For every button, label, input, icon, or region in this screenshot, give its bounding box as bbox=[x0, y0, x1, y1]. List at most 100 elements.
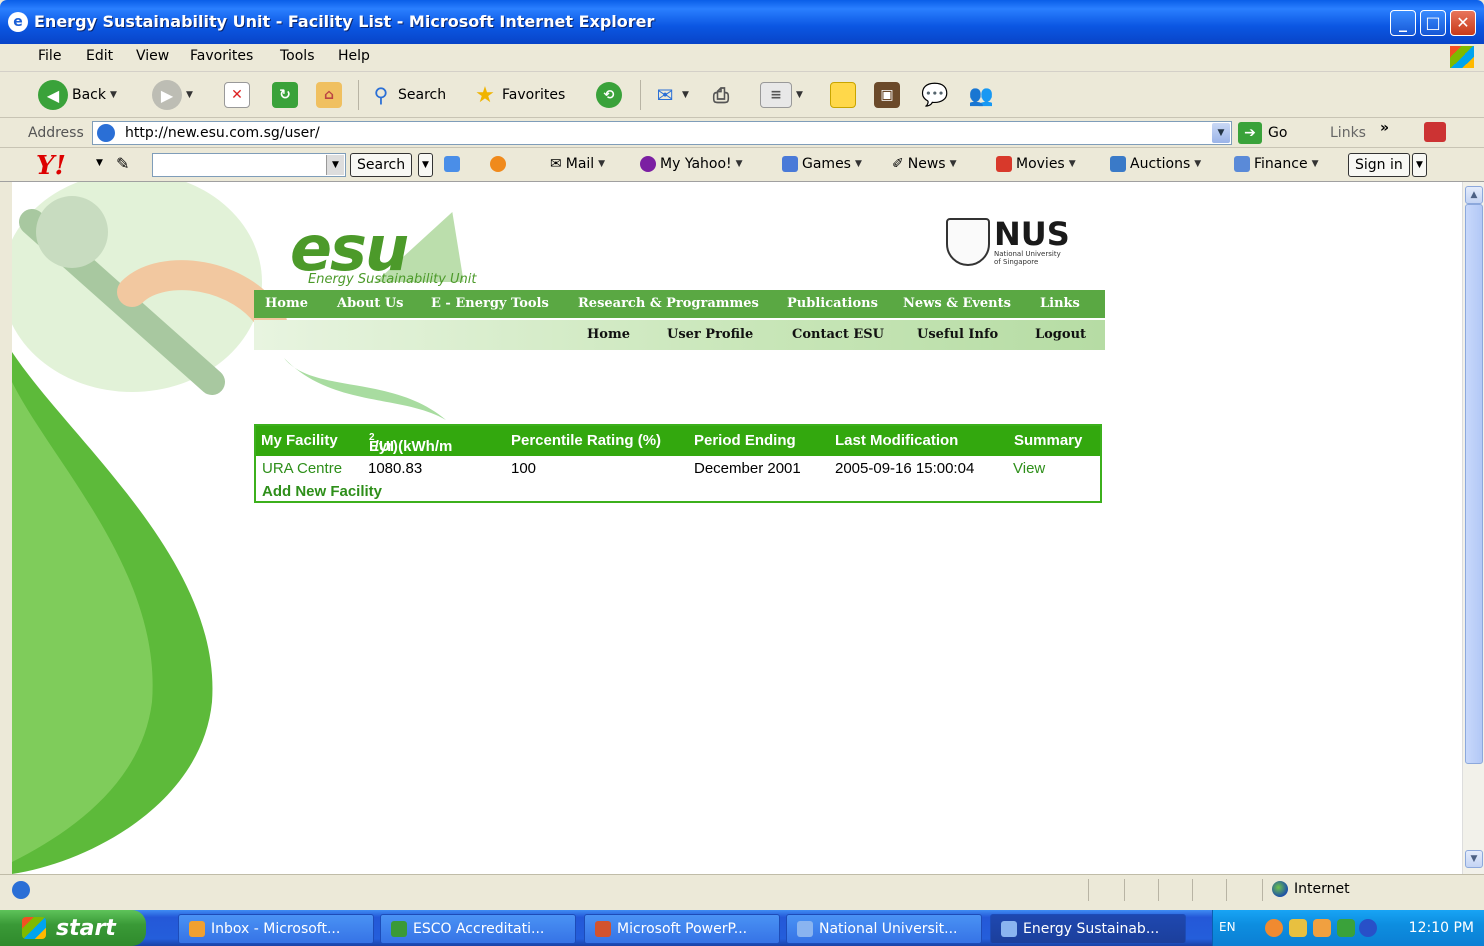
chevron-down-icon[interactable]: ▼ bbox=[326, 155, 344, 175]
task-label: National Universit... bbox=[819, 921, 958, 937]
esu-logo[interactable]: esu bbox=[290, 218, 409, 280]
discuss-button[interactable]: 💬 bbox=[921, 79, 948, 111]
links-button[interactable]: Links bbox=[1330, 125, 1366, 141]
history-button[interactable]: ⟲ bbox=[596, 79, 622, 111]
chevron-down-icon: ▼ bbox=[796, 90, 803, 100]
movies-button[interactable]: Movies ▼ bbox=[996, 156, 1076, 172]
user-nav-home[interactable]: Home bbox=[587, 327, 630, 342]
tray-clock-app-icon[interactable] bbox=[1313, 919, 1331, 937]
nav-links[interactable]: Links bbox=[1040, 296, 1080, 311]
minimize-button[interactable]: _ bbox=[1390, 10, 1416, 36]
sign-in-button[interactable]: Sign in bbox=[1348, 153, 1410, 177]
task-inbox[interactable]: Inbox - Microsoft... bbox=[178, 914, 374, 944]
maximize-button[interactable]: □ bbox=[1420, 10, 1446, 36]
finance-button[interactable]: Finance ▼ bbox=[1234, 156, 1318, 172]
view-summary-link[interactable]: View bbox=[1013, 460, 1045, 477]
user-nav-logout[interactable]: Logout bbox=[1035, 327, 1086, 342]
yahoo-logo-icon[interactable]: Y! bbox=[36, 151, 66, 181]
facility-name-link[interactable]: URA Centre bbox=[262, 460, 342, 477]
print-button[interactable]: ⎙ bbox=[708, 79, 734, 111]
nav-about-us[interactable]: About Us bbox=[337, 296, 404, 311]
nav-publications[interactable]: Publications bbox=[787, 296, 878, 311]
refresh-icon: ↻ bbox=[272, 82, 298, 108]
acrobat-icon[interactable] bbox=[1424, 122, 1446, 142]
tray-app-icon[interactable] bbox=[1289, 919, 1307, 937]
search-label: Search bbox=[398, 87, 447, 103]
start-button[interactable]: start bbox=[0, 910, 146, 946]
chevron-down-icon[interactable]: ▼ bbox=[1212, 123, 1230, 143]
nav-home[interactable]: Home bbox=[265, 296, 308, 311]
home-button[interactable]: ⌂ bbox=[316, 79, 342, 111]
menu-view[interactable]: View bbox=[136, 48, 169, 64]
notes-button[interactable] bbox=[830, 79, 856, 111]
refresh-button[interactable]: ↻ bbox=[272, 79, 298, 111]
edit-page-icon: ≡ bbox=[760, 82, 792, 108]
header-last-modification: Last Modification bbox=[835, 432, 959, 449]
news-button[interactable]: ✐ News ▼ bbox=[892, 156, 957, 172]
task-energy-sustainability[interactable]: Energy Sustainab... bbox=[990, 914, 1186, 944]
status-bar: Internet bbox=[0, 874, 1484, 904]
forward-button[interactable]: ▶ ▼ bbox=[152, 79, 193, 111]
yahoo-search-button[interactable]: Search bbox=[350, 153, 413, 177]
back-button[interactable]: ◀ Back ▼ bbox=[38, 79, 117, 111]
scroll-down-icon[interactable]: ▼ bbox=[1465, 850, 1483, 868]
games-button[interactable]: Games ▼ bbox=[782, 156, 862, 172]
task-label: Inbox - Microsoft... bbox=[211, 921, 341, 937]
user-nav-contact[interactable]: Contact ESU bbox=[792, 327, 884, 342]
nus-wordmark: NUS bbox=[994, 215, 1070, 253]
mail-button[interactable]: ✉ ▼ bbox=[652, 79, 689, 111]
menu-tools[interactable]: Tools bbox=[280, 48, 315, 64]
user-nav-profile[interactable]: User Profile bbox=[667, 327, 753, 342]
messenger-icon[interactable] bbox=[1337, 919, 1355, 937]
close-button[interactable]: ✕ bbox=[1450, 10, 1476, 36]
my-yahoo-icon bbox=[640, 156, 656, 172]
task-powerpoint[interactable]: Microsoft PowerP... bbox=[584, 914, 780, 944]
chevron-down-icon[interactable]: ▼ bbox=[96, 158, 103, 168]
window-title-bar[interactable]: e Energy Sustainability Unit - Facility … bbox=[0, 0, 1484, 44]
status-divider bbox=[1262, 879, 1263, 901]
task-nus[interactable]: National Universit... bbox=[786, 914, 982, 944]
chevron-down-icon[interactable]: ▼ bbox=[418, 153, 433, 177]
pencil-icon[interactable]: ✎ bbox=[116, 154, 129, 173]
menu-edit[interactable]: Edit bbox=[86, 48, 113, 64]
highlight-button[interactable] bbox=[444, 156, 460, 172]
nus-logo[interactable]: NUS National University of Singapore bbox=[946, 218, 1070, 266]
language-indicator[interactable]: EN bbox=[1219, 920, 1236, 934]
news-label: News bbox=[907, 156, 946, 172]
network-icon[interactable] bbox=[1359, 919, 1377, 937]
menu-help[interactable]: Help bbox=[338, 48, 370, 64]
my-yahoo-button[interactable]: My Yahoo! ▼ bbox=[640, 156, 743, 172]
go-button[interactable]: ➔ Go bbox=[1238, 122, 1287, 144]
add-new-facility-link[interactable]: Add New Facility bbox=[262, 483, 382, 500]
auctions-button[interactable]: Auctions ▼ bbox=[1110, 156, 1201, 172]
chevron-double-right-icon[interactable]: » bbox=[1380, 120, 1389, 136]
stop-button[interactable]: ✕ bbox=[224, 79, 250, 111]
popup-blocker-button[interactable] bbox=[490, 156, 506, 172]
nav-news-events[interactable]: News & Events bbox=[903, 296, 1011, 311]
nav-energy-tools[interactable]: E - Energy Tools bbox=[431, 296, 549, 311]
table-header-row: My Facility EUI (kWh/m 2/yr) Percentile R… bbox=[256, 426, 1100, 456]
chevron-down-icon: ▼ bbox=[735, 159, 743, 169]
scroll-thumb[interactable] bbox=[1465, 204, 1483, 764]
menu-file[interactable]: File bbox=[38, 48, 61, 64]
page-viewport: esu Energy Sustainability Unit NUS Natio… bbox=[12, 182, 1462, 874]
address-input[interactable]: http://new.esu.com.sg/user/ ▼ bbox=[92, 121, 1232, 145]
messenger-button[interactable]: 👥 bbox=[968, 79, 994, 111]
research-button[interactable]: ▣ bbox=[874, 79, 900, 111]
menu-favorites[interactable]: Favorites bbox=[190, 48, 253, 64]
toolbar-divider bbox=[358, 80, 359, 110]
header-percentile: Percentile Rating (%) bbox=[511, 432, 662, 449]
search-button[interactable]: ⚲ Search bbox=[368, 79, 446, 111]
nav-research-programmes[interactable]: Research & Programmes bbox=[578, 296, 759, 311]
scroll-up-icon[interactable]: ▲ bbox=[1465, 186, 1483, 204]
chevron-down-icon: ▼ bbox=[1068, 159, 1076, 169]
task-esco[interactable]: ESCO Accreditati... bbox=[380, 914, 576, 944]
chevron-down-icon[interactable]: ▼ bbox=[1412, 153, 1427, 177]
yahoo-mail-button[interactable]: ✉ Mail ▼ bbox=[550, 156, 605, 172]
favorites-button[interactable]: ★ Favorites bbox=[472, 79, 565, 111]
user-nav-useful-info[interactable]: Useful Info bbox=[917, 327, 998, 342]
vertical-scrollbar[interactable]: ▲ ▼ bbox=[1462, 182, 1484, 874]
edit-button[interactable]: ≡ ▼ bbox=[760, 79, 803, 111]
tray-arrow-icon[interactable] bbox=[1265, 919, 1283, 937]
yahoo-search-input[interactable]: ▼ bbox=[152, 153, 346, 177]
